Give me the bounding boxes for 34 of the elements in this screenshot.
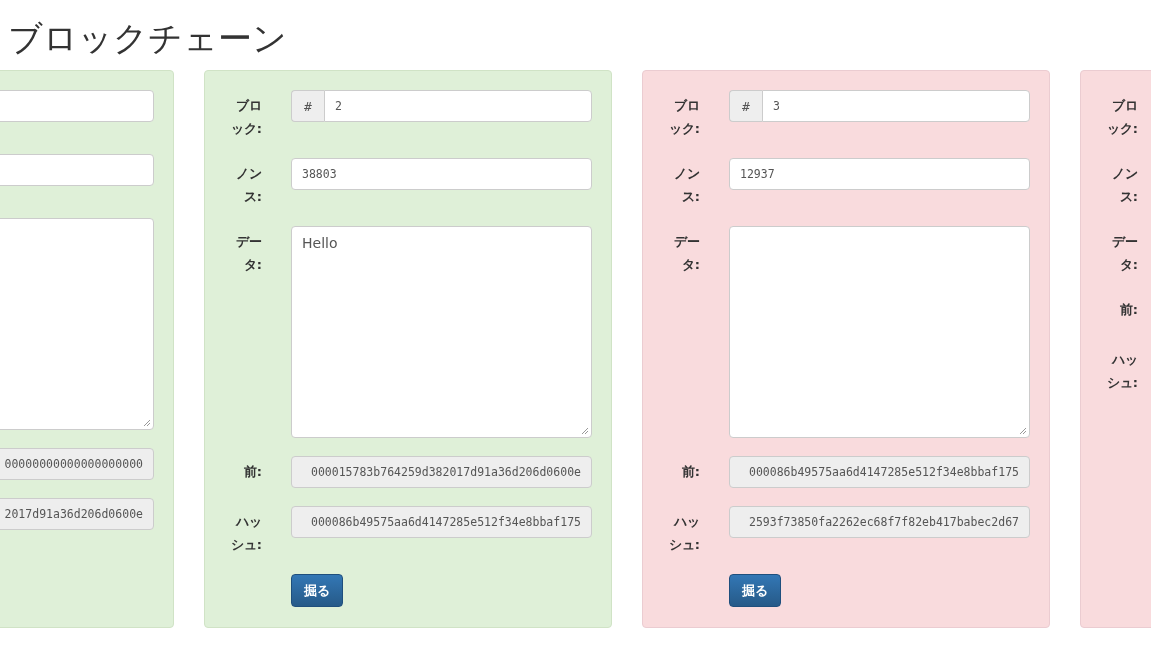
field-label: ハッシュ: <box>1106 352 1138 390</box>
hash-addon: # <box>729 90 762 122</box>
block-number-field[interactable]: 2 <box>324 90 592 122</box>
field-label: 前: <box>1119 302 1138 317</box>
hash-field[interactable]: 2593f73850fa2262ec68f7f82eb417babec2d67 <box>729 506 1030 538</box>
mine-button[interactable]: 掘る <box>291 574 343 607</box>
hash-addon: # <box>291 90 324 122</box>
hash-field[interactable]: 000086b49575aa6d4147285e512f34e8bbaf175 <box>291 506 592 538</box>
field-label: ブロック: <box>230 98 262 136</box>
field-label: ノンス: <box>236 166 262 204</box>
previous-hash-field[interactable]: 000015783b764259d382017d91a36d206d0600e <box>291 456 592 488</box>
field-label: ノンス: <box>1112 166 1138 204</box>
field-label: ハッシュ: <box>230 514 262 552</box>
block-number-field[interactable]: 3 <box>762 90 1030 122</box>
previous-hash-field[interactable]: 000086b49575aa6d4147285e512f34e8bbaf175 <box>729 456 1030 488</box>
resize-grip-icon[interactable] <box>143 419 151 427</box>
resize-grip-icon[interactable] <box>581 427 589 435</box>
nonce-field[interactable]: 12937 <box>729 158 1030 190</box>
field-label: ノンス: <box>674 166 700 204</box>
field-label: データ: <box>236 234 262 272</box>
nonce-field[interactable]: 38803 <box>291 158 592 190</box>
page-title: ブロックチェーン <box>7 17 288 54</box>
field-label: ブロック: <box>668 98 700 136</box>
data-textarea[interactable]: Hello <box>291 226 592 438</box>
previous-hash-field[interactable]: 00000000000000000000 <box>0 448 154 480</box>
field-label: 前: <box>243 464 262 479</box>
mine-button[interactable]: 掘る <box>729 574 781 607</box>
field-label: データ: <box>1112 234 1138 272</box>
field-label: データ: <box>674 234 700 272</box>
resize-grip-icon[interactable] <box>1019 427 1027 435</box>
field-label: ハッシュ: <box>668 514 700 552</box>
hash-field[interactable]: 2017d91a36d206d0600e <box>0 498 154 530</box>
field-label: ブロック: <box>1106 98 1138 136</box>
field-label: 前: <box>681 464 700 479</box>
